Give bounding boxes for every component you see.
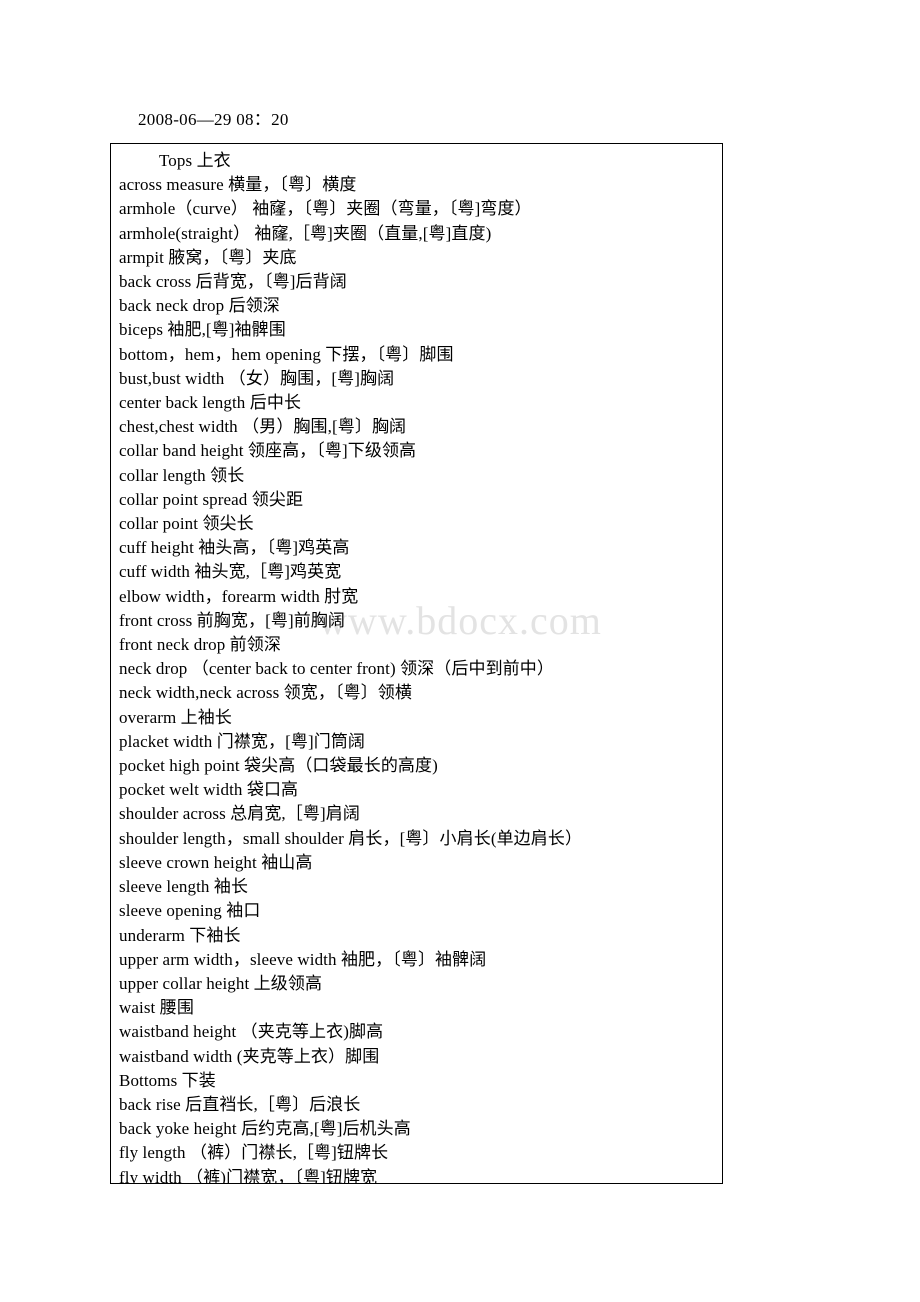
- glossary-line: fly length （裤）门襟长,［粤]钮牌长: [119, 1143, 389, 1163]
- glossary-line: back yoke height 后约克高,[粤]后机头高: [119, 1119, 411, 1139]
- glossary-line: sleeve opening 袖口: [119, 901, 261, 921]
- glossary-line: sleeve crown height 袖山高: [119, 852, 313, 872]
- glossary-line: armpit 腋窝，〔粤〕夹底: [119, 247, 297, 267]
- glossary-line: front neck drop 前领深: [119, 635, 281, 655]
- glossary-line: cuff width 袖头宽,［粤]鸡英宽: [119, 562, 342, 582]
- glossary-line: back cross 后背宽，〔粤]后背阔: [119, 272, 347, 292]
- glossary-line: neck width,neck across 领宽，〔粤〕领横: [119, 683, 412, 703]
- glossary-line: armhole（curve） 袖窿，〔粤〕夹圈（弯量，〔粤]弯度）: [119, 199, 532, 219]
- glossary-line: placket width 门襟宽，[粤]门筒阔: [119, 731, 366, 751]
- glossary-line: fly width （裤)门襟宽，〔粤]钮牌宽: [119, 1167, 378, 1184]
- glossary-line: elbow width，forearm width 肘宽: [119, 586, 359, 606]
- glossary-line: pocket high point 袋尖高（口袋最长的高度): [119, 756, 438, 776]
- glossary-line: across measure 横量，〔粤〕横度: [119, 175, 357, 195]
- date-header: 2008-06—29 08：20: [138, 110, 289, 129]
- glossary-line: back neck drop 后领深: [119, 296, 280, 316]
- glossary-line: back rise 后直裆长,［粤〕后浪长: [119, 1094, 361, 1114]
- glossary-line: Bottoms 下装: [119, 1070, 216, 1090]
- glossary-lines: Tops 上衣 across measure 横量，〔粤〕横度 armhole（cu…: [119, 149, 718, 1184]
- glossary-line: cuff height 袖头高，〔粤]鸡英高: [119, 538, 350, 558]
- glossary-line: Tops 上衣: [159, 151, 231, 170]
- glossary-line: collar length 领长: [119, 465, 245, 485]
- glossary-line: neck drop （center back to center front) …: [119, 659, 554, 679]
- glossary-line: front cross 前胸宽，[粤]前胸阔: [119, 610, 346, 630]
- document-page: www.bdocx.com 2008-06—29 08：20 Tops 上衣 ac…: [0, 0, 920, 1302]
- glossary-line: sleeve length 袖长: [119, 877, 249, 897]
- glossary-line: collar point spread 领尖距: [119, 489, 304, 509]
- glossary-line: pocket welt width 袋口高: [119, 780, 299, 800]
- glossary-box: Tops 上衣 across measure 横量，〔粤〕横度 armhole（cu…: [110, 143, 723, 1184]
- glossary-line: center back length 后中长: [119, 393, 302, 413]
- glossary-line: biceps 袖肥,[粤]袖髀围: [119, 320, 286, 340]
- glossary-line: chest,chest width （男）胸围,[粤〕胸阔: [119, 417, 407, 437]
- glossary-line: collar point 领尖长: [119, 514, 254, 534]
- glossary-line: armhole(straight） 袖窿,［粤]夹圈（直量,[粤]直度): [119, 223, 492, 243]
- glossary-line: upper collar height 上级领高: [119, 973, 323, 993]
- glossary-line: collar band height 领座高，〔粤]下级领高: [119, 441, 417, 461]
- glossary-line: overarm 上袖长: [119, 707, 232, 727]
- glossary-line: bottom，hem，hem opening 下摆，〔粤〕脚围: [119, 344, 454, 364]
- glossary-line: underarm 下袖长: [119, 925, 241, 945]
- glossary-line: upper arm width，sleeve width 袖肥，〔粤〕袖髀阔: [119, 949, 487, 969]
- glossary-line: shoulder length，small shoulder 肩长，[粤〕小肩长…: [119, 828, 583, 848]
- glossary-line: shoulder across 总肩宽,［粤]肩阔: [119, 804, 360, 824]
- glossary-line: bust,bust width （女）胸围，[粤]胸阔: [119, 368, 395, 388]
- glossary-line: waist 腰围: [119, 998, 194, 1018]
- glossary-line: waistband width (夹克等上衣）脚围: [119, 1046, 380, 1066]
- glossary-line: waistband height （夹克等上衣)脚高: [119, 1022, 384, 1042]
